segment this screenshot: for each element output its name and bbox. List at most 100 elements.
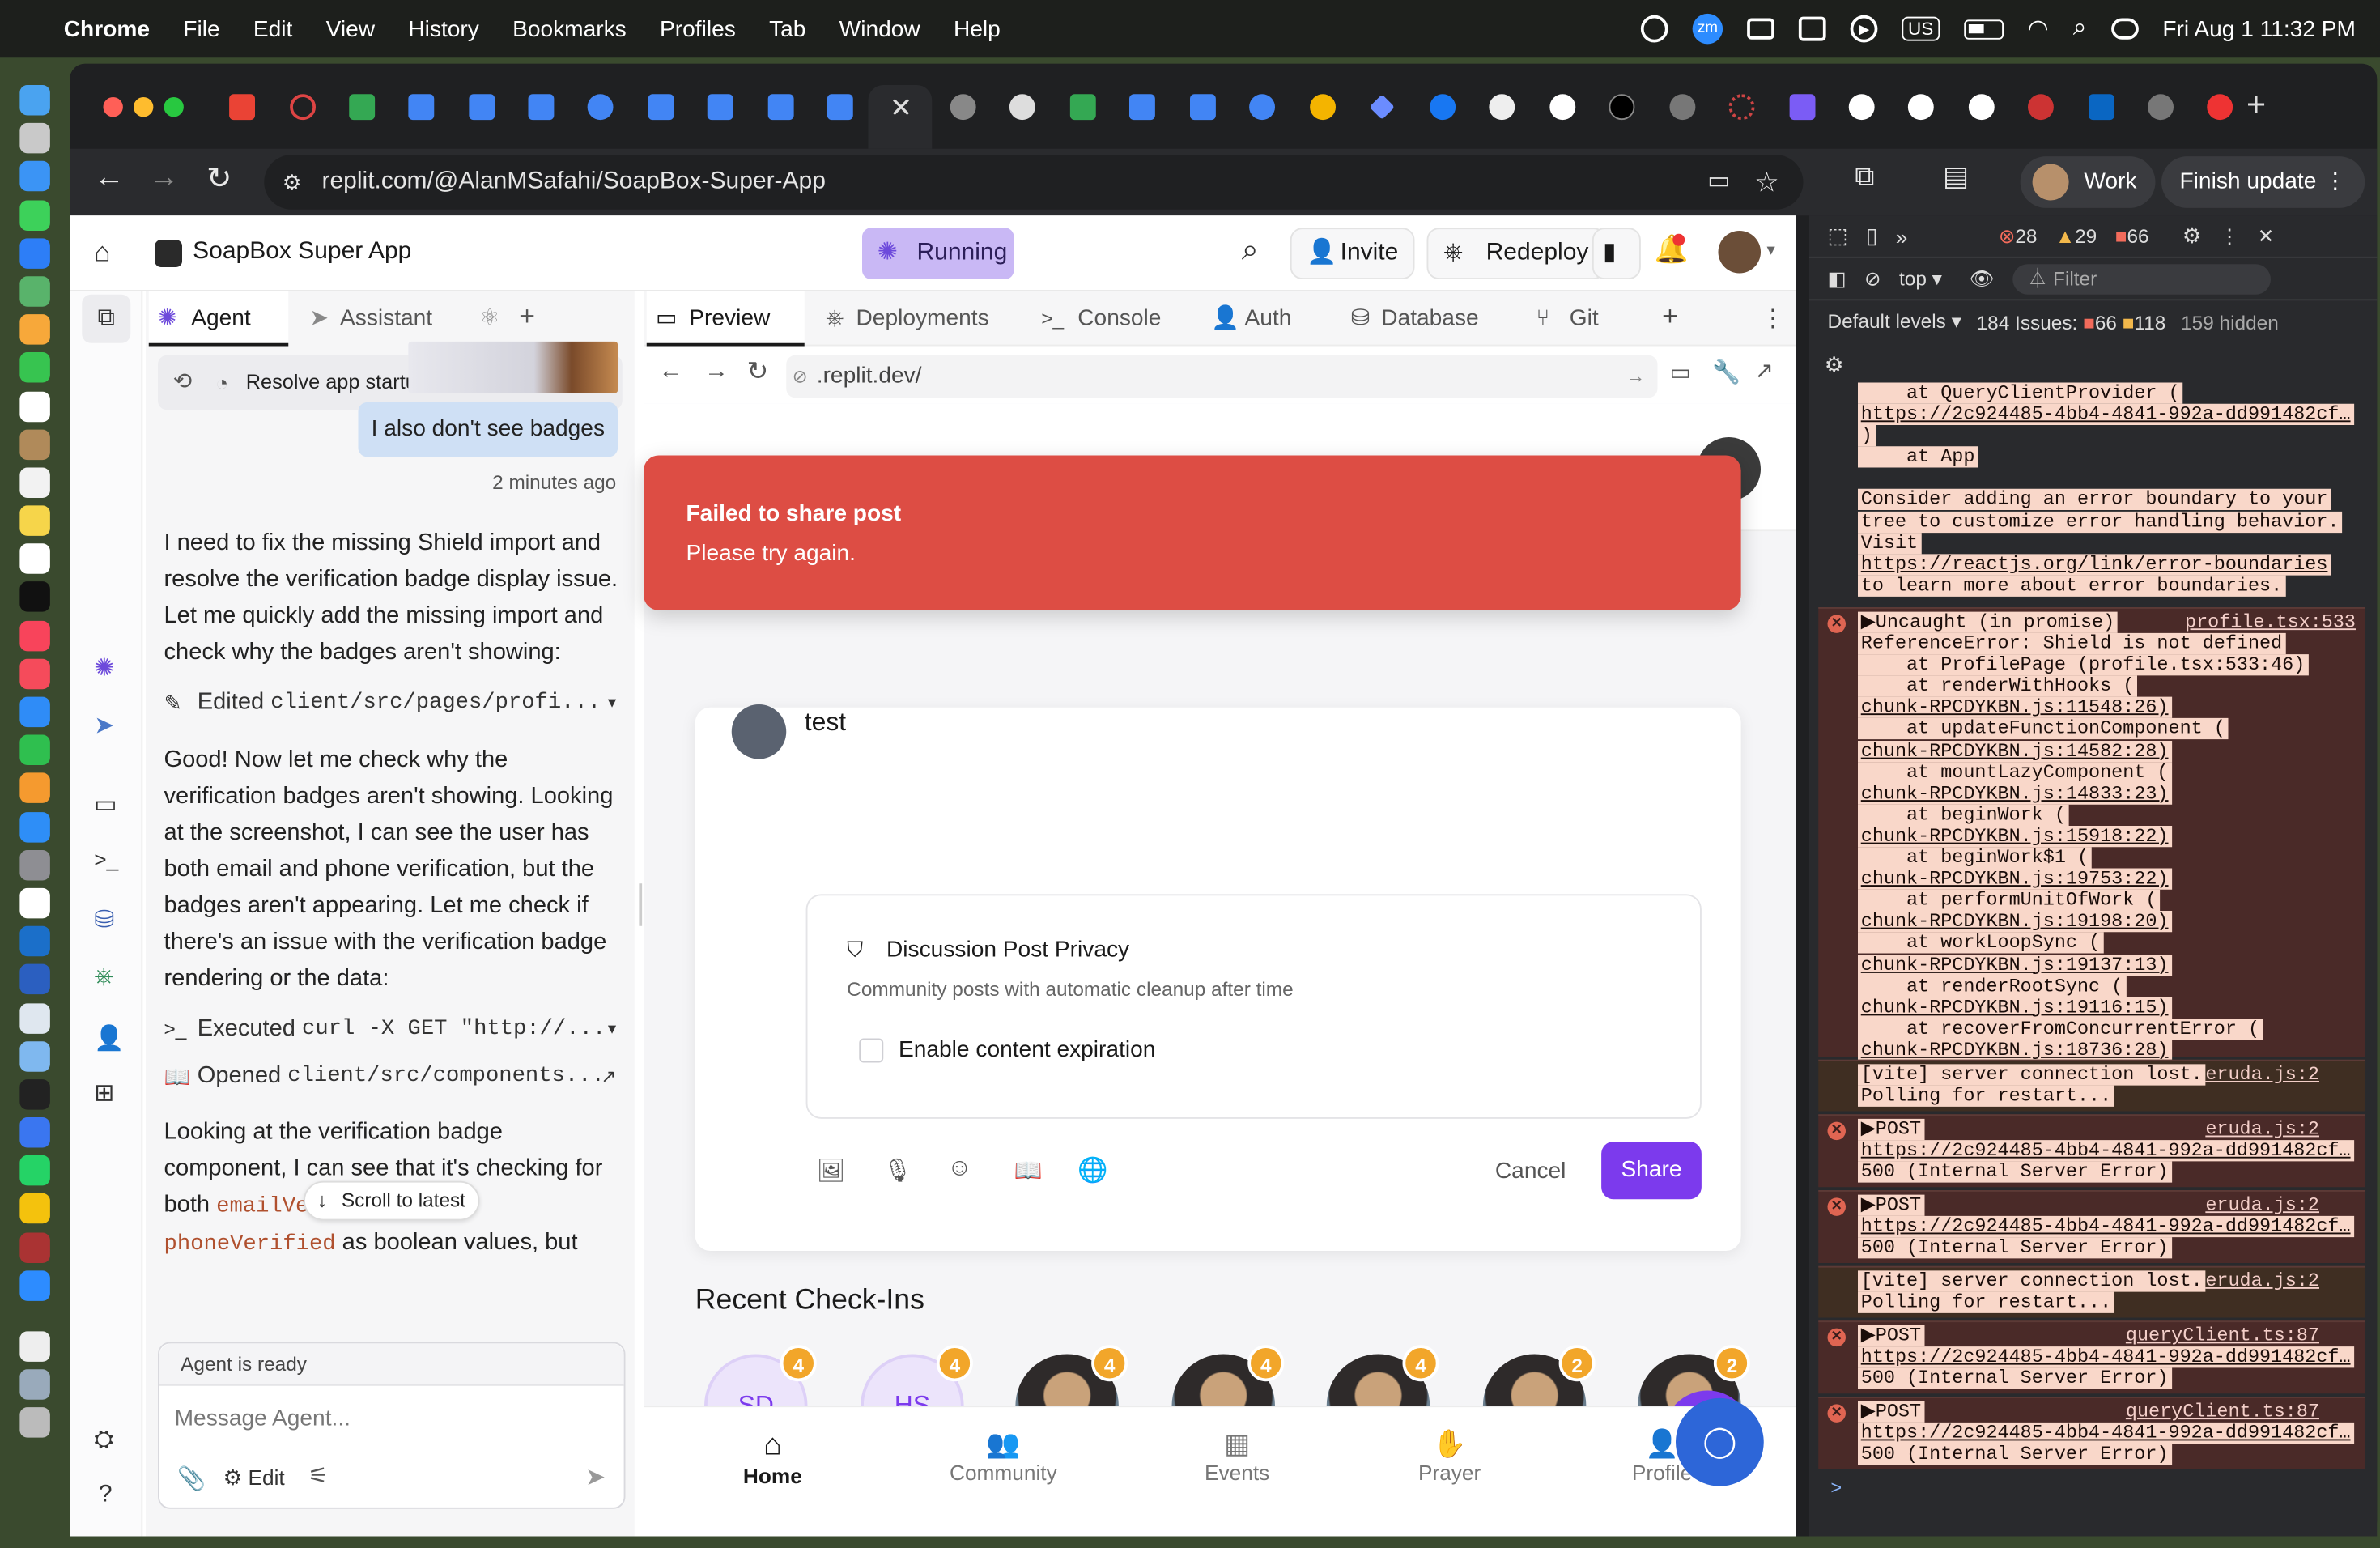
back-icon[interactable]: ←	[94, 161, 125, 196]
home-icon[interactable]: ⌂	[94, 237, 110, 269]
tab-globe-3[interactable]	[1249, 94, 1275, 121]
profile-button[interactable]: Work	[2020, 156, 2156, 208]
image-icon[interactable]: 🖼	[817, 1157, 846, 1184]
pages-icon[interactable]	[19, 773, 50, 804]
appstore-icon[interactable]	[19, 811, 50, 842]
preview-reload-icon[interactable]: ↻	[747, 357, 769, 388]
close-icon[interactable]: ✕	[2258, 224, 2274, 249]
post-url-3[interactable]: https://2c924485-4bb4-4841-992a-dd991482…	[1858, 1346, 2354, 1368]
rail-help-icon[interactable]: ?	[99, 1482, 113, 1509]
side-panel-icon[interactable]: ▤	[1943, 161, 1969, 193]
console-log-line[interactable]: https://2c924485-4bb4-4841-992a-dd991482…	[1858, 403, 2359, 426]
extensions-icon[interactable]: ⧉	[1855, 161, 1874, 193]
chevron-down-icon[interactable]: ▾	[608, 685, 616, 721]
tab-loading[interactable]	[1728, 94, 1755, 121]
share-button[interactable]: Share	[1601, 1142, 1702, 1200]
info-count[interactable]: ■66	[2115, 225, 2149, 248]
post-source-2[interactable]: eruda.js:2	[2205, 1195, 2319, 1216]
tab-x[interactable]	[1609, 94, 1635, 121]
action-opened[interactable]: 📖 Opened client/src/components... ↗	[164, 1055, 623, 1098]
tab-github[interactable]	[1489, 94, 1515, 121]
post-source-3[interactable]: queryClient.ts:87	[2126, 1325, 2319, 1346]
console-prompt[interactable]: >	[1830, 1478, 1842, 1499]
rail-preview-icon[interactable]: ▭	[94, 789, 117, 820]
vite-source-1[interactable]: eruda.js:2	[2205, 1064, 2319, 1085]
user-avatar[interactable]	[1718, 231, 1761, 274]
tv-icon[interactable]	[19, 581, 50, 613]
tab-auth[interactable]: 👤 Auth	[1209, 291, 1345, 347]
go-arrow-icon[interactable]: →	[1626, 355, 1645, 398]
finder2-icon[interactable]	[19, 1040, 50, 1072]
search-icon[interactable]: ⌕	[1242, 234, 1259, 269]
log-levels-dropdown[interactable]: Default levels ▾	[1828, 310, 1961, 334]
reminders-icon[interactable]	[19, 467, 50, 498]
tab-globe-5[interactable]	[2148, 94, 2174, 121]
rail-all-tools-icon[interactable]: ⊞	[94, 1078, 114, 1108]
tab-docs-2[interactable]	[469, 94, 495, 121]
issues-link[interactable]: 184 Issues: ■66 ■118	[1977, 310, 2166, 333]
attach-icon[interactable]: 📎	[177, 1465, 206, 1492]
nav-home[interactable]: ⌂ Home	[704, 1428, 841, 1487]
stack-line[interactable]: chunk-RPCDYKBN.js:15918:22)	[1858, 825, 2359, 848]
terminal-icon[interactable]	[19, 1078, 50, 1110]
calendar-icon[interactable]	[19, 390, 50, 422]
stack-line[interactable]: chunk-RPCDYKBN.js:11548:26)	[1858, 697, 2359, 719]
battery-icon[interactable]	[1963, 19, 2004, 39]
xcode-icon[interactable]	[19, 887, 50, 919]
eye-icon[interactable]: 👁	[1970, 266, 1995, 291]
scroll-to-latest-button[interactable]: ↓ Scroll to latest	[304, 1180, 479, 1221]
project-name[interactable]: SoapBox Super App	[193, 238, 411, 266]
menu-edit[interactable]: Edit	[253, 16, 292, 42]
redeploy-button[interactable]: ⎈ Redeploy	[1426, 228, 1606, 279]
spotlight-search-icon[interactable]: ⌕	[2073, 15, 2087, 43]
rail-database-icon[interactable]: ⛁	[94, 905, 114, 936]
finder-icon[interactable]	[19, 85, 50, 116]
chat-fab[interactable]: ◯	[1676, 1397, 1764, 1486]
microphone-icon[interactable]: 🎙	[883, 1157, 912, 1184]
site-settings-icon[interactable]: ⚙	[283, 155, 302, 210]
sidebar-toggle-icon[interactable]: ◧	[1828, 266, 1847, 291]
tab-purple[interactable]	[1789, 94, 1816, 121]
mail-icon[interactable]	[19, 237, 50, 269]
document-icon[interactable]	[19, 1331, 50, 1362]
settings-sliders-icon[interactable]: ⚟	[308, 1462, 329, 1490]
music-icon[interactable]	[19, 620, 50, 651]
teams-icon[interactable]	[1799, 16, 1826, 41]
bookmark-star-icon[interactable]: ☆	[1754, 155, 1779, 210]
tab-globe-4[interactable]	[1669, 94, 1696, 121]
facetime-icon[interactable]	[19, 352, 50, 384]
camera-icon[interactable]	[1747, 18, 1775, 40]
expiration-checkbox[interactable]	[859, 1038, 884, 1063]
tab-google-3[interactable]	[1907, 94, 1934, 121]
invite-button[interactable]: 👤 Invite	[1290, 228, 1415, 279]
post-text[interactable]: test	[805, 708, 846, 738]
whatsapp-icon[interactable]	[19, 1155, 50, 1186]
forward-icon[interactable]: →	[149, 161, 180, 196]
warning-count[interactable]: ▲29	[2055, 225, 2097, 248]
filter-input[interactable]: ⏃ Filter	[2012, 263, 2271, 294]
tab-docs-9[interactable]	[1190, 94, 1216, 121]
address-bar[interactable]: ⚙ replit.com/@AlanMSafahi/SoapBox-Super-…	[264, 155, 1804, 210]
tab-linkedin[interactable]	[2089, 94, 2114, 121]
nav-community[interactable]: 👥 Community	[935, 1428, 1072, 1484]
add-tab-icon[interactable]: +	[1662, 300, 1678, 332]
more-panels-icon[interactable]: »	[1896, 224, 1908, 249]
deploy-settings-button[interactable]: ▮	[1592, 228, 1641, 279]
tab-red[interactable]	[2207, 94, 2233, 121]
console-post-error-1[interactable]: ✕ ▶POST eruda.js:2 https://2c924485-4bb4…	[1818, 1114, 2365, 1188]
chevron-down-icon[interactable]: ▾	[608, 1011, 616, 1048]
rail-assistant-icon[interactable]: ➤	[94, 711, 114, 742]
chevron-down-icon[interactable]: ▾	[1767, 240, 1775, 260]
tab-shield[interactable]	[2028, 94, 2054, 121]
preview-url-bar[interactable]: ⊘ .replit.dev/ →	[786, 355, 1658, 398]
send-icon[interactable]: ➤	[585, 1462, 606, 1493]
post-source-4[interactable]: queryClient.ts:87	[2126, 1401, 2319, 1423]
action-edited[interactable]: ✎ Edited client/src/pages/profi... ▾	[164, 682, 623, 725]
tab-docs-7[interactable]	[827, 94, 853, 121]
tab-google-2[interactable]	[1848, 94, 1875, 121]
dictionary-icon[interactable]	[19, 1231, 50, 1263]
play-icon[interactable]: ▶	[1850, 15, 1878, 43]
preview-icon[interactable]	[19, 1002, 50, 1033]
vite-source-2[interactable]: eruda.js:2	[2205, 1270, 2319, 1291]
tab-replit[interactable]	[290, 94, 316, 121]
